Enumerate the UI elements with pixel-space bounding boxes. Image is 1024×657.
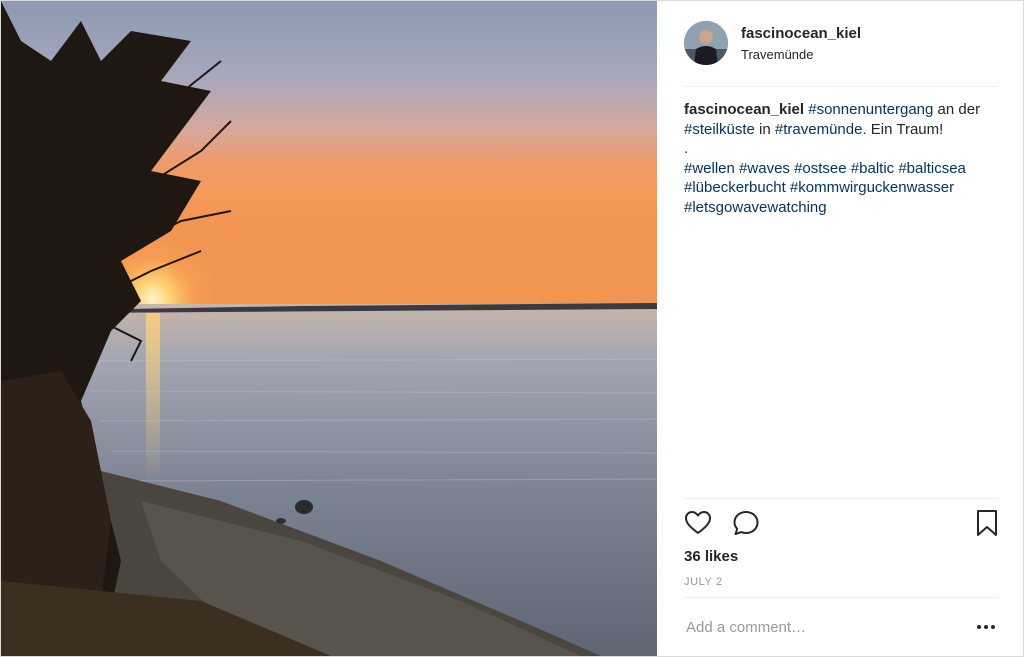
caption-text: an der — [933, 101, 981, 118]
post-username[interactable]: fascinocean_kiel — [741, 25, 861, 42]
hashtag[interactable]: #balticsea — [898, 160, 966, 177]
hashtag[interactable]: #lübeckerbucht — [684, 179, 786, 196]
hashtag[interactable]: #kommwirguckenwasser — [790, 179, 954, 196]
post-header: fascinocean_kiel Travemünde — [658, 1, 1023, 87]
hashtag[interactable]: #sonnenuntergang — [808, 101, 933, 118]
avatar[interactable] — [684, 21, 728, 65]
post-caption: fascinocean_kiel #sonnenuntergang an der… — [684, 100, 1000, 217]
header-divider — [684, 86, 997, 87]
caption-username[interactable]: fascinocean_kiel — [684, 101, 804, 118]
caption-text: . Ein Traum! — [862, 120, 944, 138]
actions-divider — [684, 498, 997, 499]
sunset-photo — [1, 1, 657, 656]
post-card: fascinocean_kiel Travemünde fascinocean_… — [0, 0, 1024, 657]
action-bar — [684, 509, 997, 539]
likes-count[interactable]: 36 likes — [684, 548, 738, 565]
hashtag[interactable]: #wellen — [684, 160, 735, 177]
hashtag[interactable]: #steilküste — [684, 121, 755, 138]
hashtag[interactable]: #ostsee — [794, 160, 847, 177]
caption-text: in — [754, 120, 775, 138]
bookmark-icon[interactable] — [973, 509, 1003, 539]
hashtag[interactable]: #baltic — [851, 160, 894, 177]
heart-icon[interactable] — [684, 509, 714, 539]
comment-input[interactable]: Add a comment… — [686, 619, 806, 636]
comment-divider — [684, 597, 997, 598]
post-location[interactable]: Travemünde — [741, 47, 814, 62]
hashtag[interactable]: #travemünde — [775, 121, 863, 138]
hashtag[interactable]: #waves — [739, 160, 790, 177]
post-side-panel: fascinocean_kiel Travemünde fascinocean_… — [658, 1, 1023, 656]
hashtag[interactable]: #letsgowavewatching — [684, 199, 827, 216]
post-photo[interactable] — [1, 1, 657, 656]
avatar-image — [684, 21, 728, 65]
caption-dot: . — [684, 140, 689, 157]
comment-icon[interactable] — [732, 509, 762, 539]
post-date: JULY 2 — [684, 576, 723, 588]
more-options-icon[interactable] — [974, 617, 998, 637]
